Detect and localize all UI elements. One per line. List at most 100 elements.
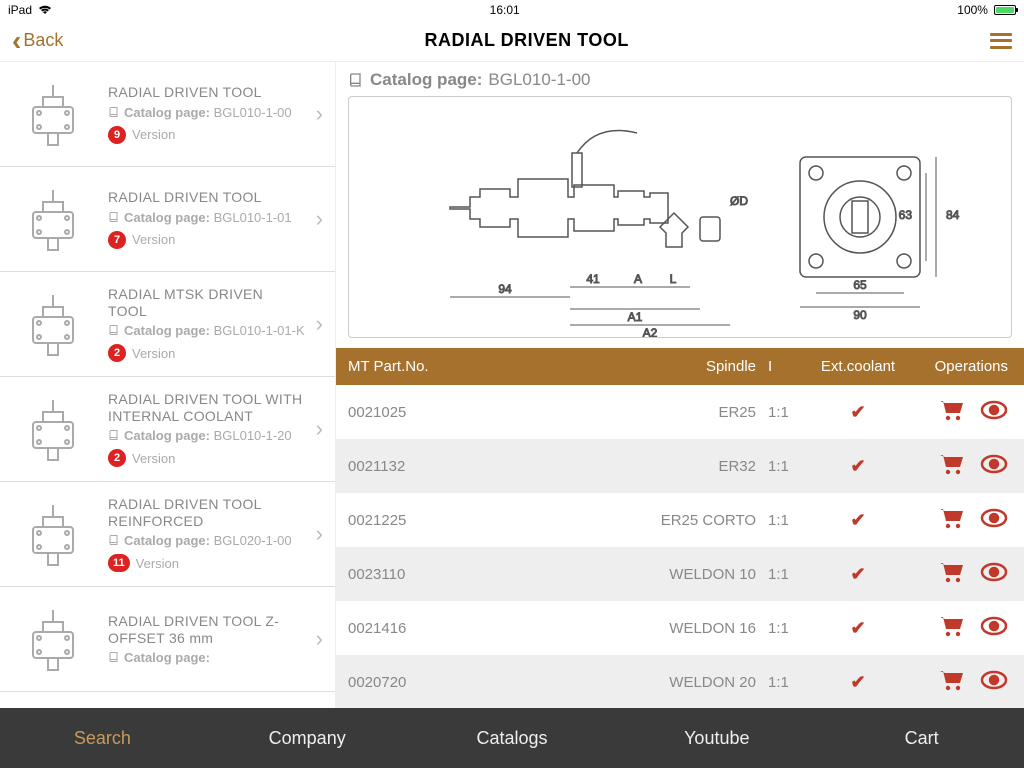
book-icon <box>348 72 364 88</box>
check-icon: ✔ <box>850 402 865 422</box>
svg-text:A2: A2 <box>643 326 658 337</box>
tab-youtube[interactable]: Youtube <box>614 728 819 749</box>
tool-thumb-icon <box>8 389 98 469</box>
add-to-cart-button[interactable] <box>938 399 966 425</box>
status-bar: iPad 16:01 100% <box>0 0 1024 20</box>
table-row: 0021416 WELDON 16 1:1 ✔ <box>336 601 1024 655</box>
main-panel: Catalog page: BGL010-1-00 <box>336 62 1024 708</box>
check-icon: ✔ <box>850 510 865 530</box>
chevron-left-icon: ‹ <box>12 27 21 55</box>
col-i: I <box>768 358 818 375</box>
add-to-cart-button[interactable] <box>938 669 966 695</box>
sidebar-item-version: 9Version <box>108 126 306 144</box>
add-to-cart-button[interactable] <box>938 507 966 533</box>
view-button[interactable] <box>980 399 1008 425</box>
chevron-right-icon: › <box>316 416 327 442</box>
sidebar-item-name: RADIAL DRIVEN TOOL Z-OFFSET 36 mm <box>108 613 306 647</box>
tab-bar: Search Company Catalogs Youtube Cart <box>0 708 1024 768</box>
back-button[interactable]: ‹ Back <box>12 27 63 55</box>
tab-company[interactable]: Company <box>205 728 410 749</box>
technical-diagram: 94 41 A L A1 A2 ØD 84 63 65 90 <box>348 96 1012 338</box>
cell-spindle: WELDON 10 <box>648 566 768 583</box>
tab-cart[interactable]: Cart <box>819 728 1024 749</box>
sidebar-item-name: RADIAL MTSK DRIVEN TOOL <box>108 286 306 320</box>
cell-ext: ✔ <box>818 564 898 585</box>
tab-search[interactable]: Search <box>0 728 205 749</box>
svg-text:ØD: ØD <box>730 194 748 208</box>
sidebar-item-version: 2Version <box>108 449 306 467</box>
cell-ext: ✔ <box>818 456 898 477</box>
cell-ext: ✔ <box>818 402 898 423</box>
sidebar: RADIAL DRIVEN TOOL Catalog page: BGL010-… <box>0 62 336 708</box>
sidebar-item-name: RADIAL DRIVEN TOOL <box>108 84 306 101</box>
view-button[interactable] <box>980 507 1008 533</box>
version-badge: 7 <box>108 231 126 249</box>
cell-spindle: ER25 <box>648 404 768 421</box>
cell-spindle: WELDON 16 <box>648 620 768 637</box>
cell-ext: ✔ <box>818 510 898 531</box>
add-to-cart-button[interactable] <box>938 453 966 479</box>
chevron-right-icon: › <box>316 521 327 547</box>
table-header: MT Part.No. Spindle I Ext.coolant Operat… <box>336 348 1024 385</box>
battery-icon <box>994 5 1016 15</box>
add-to-cart-button[interactable] <box>938 615 966 641</box>
sidebar-item-catalog: Catalog page: BGL010-1-01-K <box>108 323 306 338</box>
sidebar-item[interactable]: RADIAL DRIVEN TOOL Catalog page: BGL010-… <box>0 167 335 272</box>
device-label: iPad <box>8 3 32 17</box>
sidebar-item[interactable]: RADIAL MTSK DRIVEN TOOL Catalog page: BG… <box>0 272 335 377</box>
cell-i: 1:1 <box>768 512 818 529</box>
chevron-right-icon: › <box>316 626 327 652</box>
catalog-page-heading: Catalog page: BGL010-1-00 <box>336 62 1024 96</box>
check-icon: ✔ <box>850 618 865 638</box>
chevron-right-icon: › <box>316 206 327 232</box>
sidebar-item[interactable]: RADIAL DRIVEN TOOL Catalog page: BGL010-… <box>0 62 335 167</box>
sidebar-item[interactable]: RADIAL DRIVEN TOOL Z-OFFSET 36 mm Catalo… <box>0 587 335 692</box>
cell-i: 1:1 <box>768 404 818 421</box>
battery-pct: 100% <box>957 3 988 17</box>
chevron-right-icon: › <box>316 101 327 127</box>
sidebar-item-name: RADIAL DRIVEN TOOL WITH INTERNAL COOLANT <box>108 391 306 425</box>
menu-button[interactable] <box>990 33 1012 49</box>
sidebar-item-catalog: Catalog page: <box>108 650 306 665</box>
svg-text:L: L <box>670 272 677 286</box>
cell-part: 0021132 <box>348 458 648 475</box>
tool-thumb-icon <box>8 494 98 574</box>
table-row: 0021225 ER25 CORTO 1:1 ✔ <box>336 493 1024 547</box>
cell-spindle: ER25 CORTO <box>648 512 768 529</box>
cell-i: 1:1 <box>768 620 818 637</box>
check-icon: ✔ <box>850 672 865 692</box>
sidebar-item[interactable]: RADIAL DRIVEN TOOL REINFORCED Catalog pa… <box>0 482 335 587</box>
cell-part: 0021025 <box>348 404 648 421</box>
version-badge: 9 <box>108 126 126 144</box>
sidebar-item[interactable]: RADIAL DRIVEN TOOL WITH INTERNAL COOLANT… <box>0 377 335 482</box>
sidebar-item-name: RADIAL DRIVEN TOOL <box>108 189 306 206</box>
cell-part: 0020720 <box>348 674 648 691</box>
version-badge: 11 <box>108 554 130 572</box>
view-button[interactable] <box>980 453 1008 479</box>
version-badge: 2 <box>108 449 126 467</box>
chevron-right-icon: › <box>316 311 327 337</box>
parts-table: MT Part.No. Spindle I Ext.coolant Operat… <box>336 348 1024 708</box>
view-button[interactable] <box>980 561 1008 587</box>
sidebar-item-catalog: Catalog page: BGL010-1-20 <box>108 428 306 443</box>
svg-text:A: A <box>634 272 642 286</box>
svg-text:63: 63 <box>899 208 913 222</box>
cell-spindle: WELDON 20 <box>648 674 768 691</box>
col-ext: Ext.coolant <box>818 358 898 375</box>
cell-ext: ✔ <box>818 618 898 639</box>
svg-text:84: 84 <box>946 208 960 222</box>
sidebar-item-version: 2Version <box>108 344 306 362</box>
cell-i: 1:1 <box>768 674 818 691</box>
svg-text:90: 90 <box>853 308 867 322</box>
view-button[interactable] <box>980 669 1008 695</box>
view-button[interactable] <box>980 615 1008 641</box>
col-part: MT Part.No. <box>348 358 648 375</box>
tab-catalogs[interactable]: Catalogs <box>410 728 615 749</box>
sidebar-item-version: 7Version <box>108 231 306 249</box>
catalog-page-value: BGL010-1-00 <box>488 70 590 90</box>
add-to-cart-button[interactable] <box>938 561 966 587</box>
cell-i: 1:1 <box>768 458 818 475</box>
svg-text:65: 65 <box>853 278 867 292</box>
sidebar-item-name: RADIAL DRIVEN TOOL REINFORCED <box>108 496 306 530</box>
table-row: 0021025 ER25 1:1 ✔ <box>336 385 1024 439</box>
